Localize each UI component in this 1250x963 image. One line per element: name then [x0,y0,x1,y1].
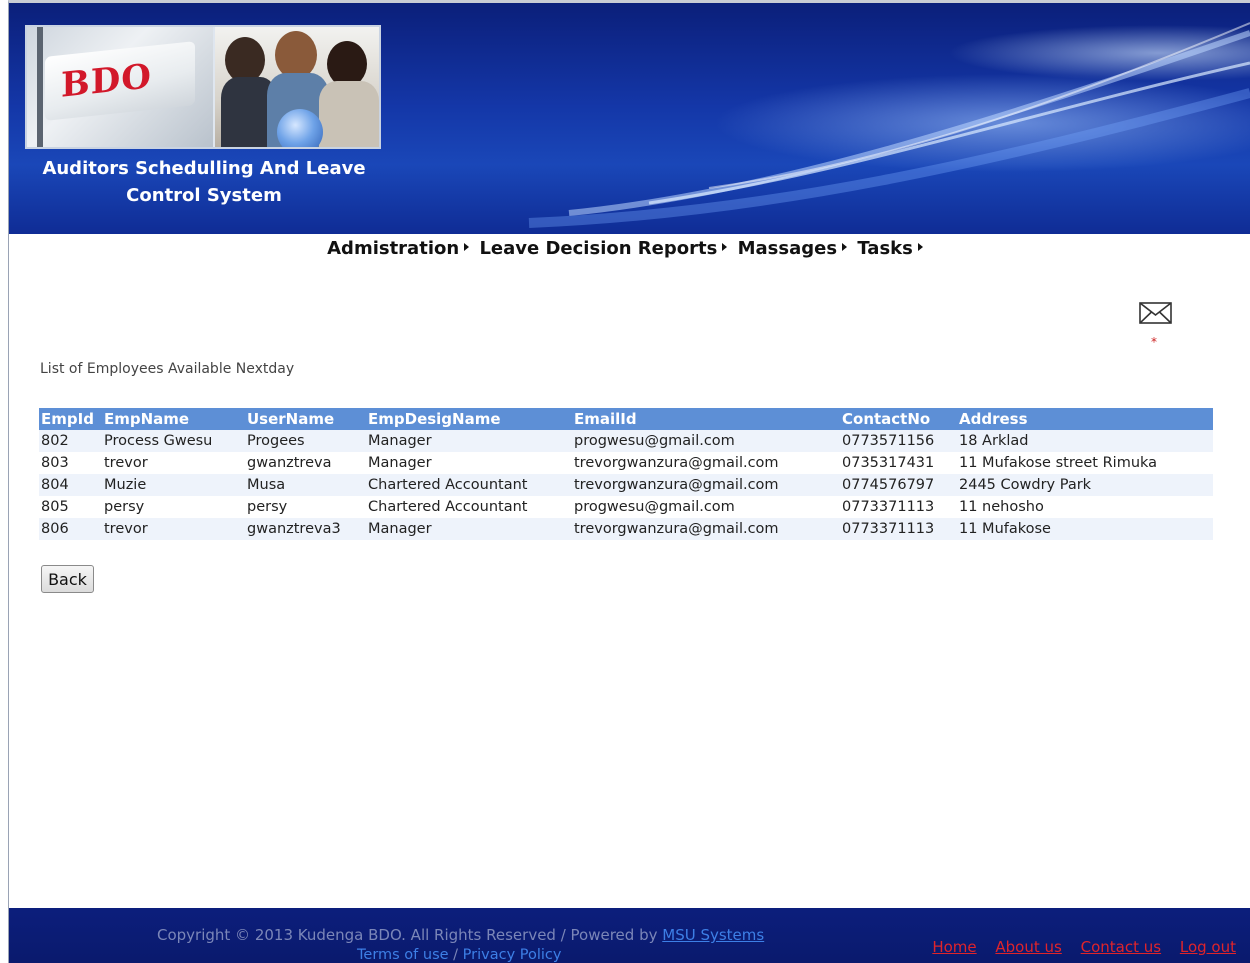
nav-label: Massages [737,238,838,259]
cell-address: 2445 Cowdry Park [957,474,1213,496]
cell-username: gwanztreva [245,452,366,474]
bdo-flag-image: BDO [27,27,213,147]
caret-right-icon [464,243,470,251]
column-header-empdesigname: EmpDesigName [366,408,572,430]
cell-address: 11 Mufakose [957,518,1213,540]
footer: Copyright © 2013 Kudenga BDO. All Rights… [9,908,1250,963]
cell-email: progwesu@gmail.com [572,430,840,452]
nav-massages[interactable]: Massages [737,238,848,259]
cell-address: 11 nehosho [957,496,1213,518]
cell-empname: Process Gwesu [102,430,245,452]
system-title: Auditors Schedulling And Leave Control S… [39,155,369,209]
table-row: 805 persy persy Chartered Accountant pro… [39,496,1213,518]
contact-us-link[interactable]: Contact us [1081,938,1161,956]
msu-systems-link[interactable]: MSU Systems [662,926,764,944]
log-out-link[interactable]: Log out [1180,938,1236,956]
header-banner: BDO Auditors Schedulling And Leave Contr… [9,3,1250,234]
cell-empid: 806 [39,518,102,540]
cell-empid: 802 [39,430,102,452]
cell-empname: Muzie [102,474,245,496]
table-row: 806 trevor gwanztreva3 Manager trevorgwa… [39,518,1213,540]
column-header-empid: EmpId [39,408,102,430]
cell-contact: 0773371113 [840,518,957,540]
cell-designation: Manager [366,518,572,540]
cell-email: trevorgwanzura@gmail.com [572,474,840,496]
page-title: List of Employees Available Nextday [40,361,295,377]
terms-of-use-link[interactable]: Terms of use [357,947,449,963]
column-header-empname: EmpName [102,408,245,430]
cell-address: 18 Arklad [957,430,1213,452]
team-photo [215,27,379,147]
cell-username: Musa [245,474,366,496]
nav-tasks[interactable]: Tasks [857,238,923,259]
cell-designation: Manager [366,430,572,452]
system-title-line1: Auditors Schedulling And Leave [42,158,366,179]
cell-username: Progees [245,430,366,452]
copyright-line: Copyright © 2013 Kudenga BDO. All Rights… [157,926,764,944]
footer-nav: Home About us Contact us Log out [918,938,1236,956]
cell-empname: trevor [102,452,245,474]
cell-contact: 0773571156 [840,430,957,452]
copyright-text: Copyright © 2013 Kudenga BDO. All Rights… [157,926,663,944]
new-message-marker: * [1151,335,1157,349]
about-us-link[interactable]: About us [995,938,1061,956]
caret-right-icon [722,243,728,251]
cell-empid: 803 [39,452,102,474]
employees-table: EmpId EmpName UserName EmpDesigName Emai… [39,408,1213,540]
column-header-emailid: EmailId [572,408,840,430]
cell-email: trevorgwanzura@gmail.com [572,452,840,474]
envelope-icon[interactable] [1139,302,1172,324]
table-row: 804 Muzie Musa Chartered Accountant trev… [39,474,1213,496]
globe-image [277,109,323,147]
cell-designation: Chartered Accountant [366,496,572,518]
column-header-address: Address [957,408,1213,430]
cell-empname: persy [102,496,245,518]
cell-address: 11 Mufakose street Rimuka [957,452,1213,474]
table-row: 802 Process Gwesu Progees Manager progwe… [39,430,1213,452]
column-header-username: UserName [245,408,366,430]
cell-empid: 805 [39,496,102,518]
nav-label: Tasks [857,238,913,259]
terms-line: Terms of use / Privacy Policy [357,947,562,963]
main-nav: Admistration Leave Decision Reports Mass… [0,238,1250,259]
privacy-policy-link[interactable]: Privacy Policy [463,947,562,963]
cell-username: persy [245,496,366,518]
caret-right-icon [917,243,923,251]
nav-admistration[interactable]: Admistration [327,238,470,259]
column-header-contactno: ContactNo [840,408,957,430]
cell-email: trevorgwanzura@gmail.com [572,518,840,540]
table-row: 803 trevor gwanztreva Manager trevorgwan… [39,452,1213,474]
cell-designation: Chartered Accountant [366,474,572,496]
nav-leave-decision-reports[interactable]: Leave Decision Reports [479,238,728,259]
home-link[interactable]: Home [932,938,976,956]
cell-email: progwesu@gmail.com [572,496,840,518]
cell-designation: Manager [366,452,572,474]
cell-contact: 0773371113 [840,496,957,518]
cell-empid: 804 [39,474,102,496]
terms-separator: / [448,947,463,963]
cell-contact: 0735317431 [840,452,957,474]
system-title-line2: Control System [126,185,282,206]
table-header-row: EmpId EmpName UserName EmpDesigName Emai… [39,408,1213,430]
nav-label: Leave Decision Reports [479,238,718,259]
caret-right-icon [842,243,848,251]
cell-contact: 0774576797 [840,474,957,496]
cell-username: gwanztreva3 [245,518,366,540]
cell-empname: trevor [102,518,245,540]
header-logo-photo: BDO [25,25,381,149]
back-button[interactable]: Back [41,565,94,593]
nav-label: Admistration [327,238,460,259]
